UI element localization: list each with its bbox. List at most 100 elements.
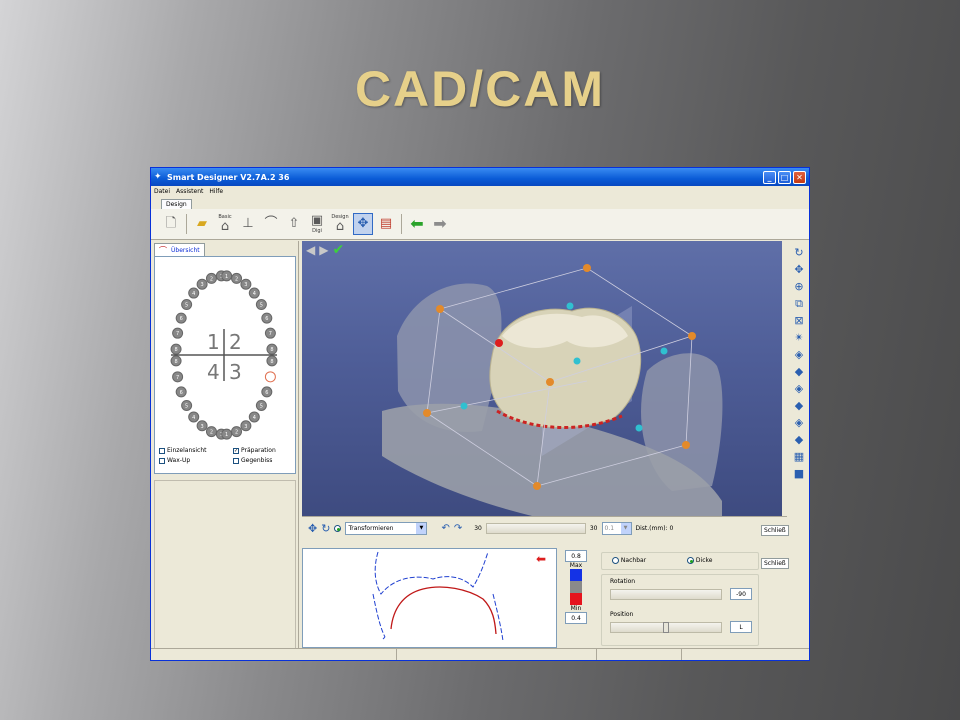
tooth-number: 3 <box>244 282 247 288</box>
digi-button[interactable]: ▣ Digi <box>307 213 327 235</box>
rotate-view-icon[interactable]: ↻ <box>794 246 803 259</box>
radio-nachbar[interactable]: Nachbar <box>612 557 646 564</box>
previous-step-icon[interactable]: ◀ <box>306 244 315 256</box>
side-tab-schliess-1[interactable]: Schließ <box>761 525 789 536</box>
checkbox-gegenbiss[interactable]: Gegenbiss <box>233 457 272 464</box>
next-step-icon[interactable]: ▶ <box>319 244 328 256</box>
mode-select[interactable]: Transformieren ▼ <box>345 522 428 535</box>
zoom-in-icon[interactable]: ⊕ <box>794 280 803 293</box>
view-top-icon[interactable]: ◈ <box>795 416 803 429</box>
profile-curves <box>372 551 504 642</box>
tooth-number: 5 <box>185 403 188 409</box>
zoom-fit-icon[interactable]: ⊠ <box>794 314 803 327</box>
transform-controls: ✥ ↻ Transformieren ▼ ↶ ↷ 30 30 0.1 ▼ Dis… <box>302 516 787 540</box>
scale-color-red <box>570 593 582 605</box>
axis-view-icon[interactable]: ✴ <box>794 331 803 344</box>
tooth-number: 8 <box>174 359 177 365</box>
menu-item-hilfe[interactable]: Hilfe <box>209 186 223 197</box>
tab-uebersicht[interactable]: ⌒ Übersicht <box>154 243 205 256</box>
status-cell <box>397 649 597 660</box>
pan-view-icon[interactable]: ✥ <box>794 263 803 276</box>
status-cell <box>682 649 809 660</box>
basic-button[interactable]: Basic ⌂ <box>215 213 235 235</box>
tooth-number: 4 <box>192 415 195 421</box>
checkbox-box[interactable] <box>159 457 165 464</box>
checkbox-wax-up[interactable]: Wax-Up <box>159 457 190 464</box>
maximize-button[interactable]: □ <box>778 170 791 184</box>
scale-max-label: Max <box>569 562 583 569</box>
view-front-icon[interactable]: ◈ <box>795 348 803 361</box>
position-value[interactable]: L <box>730 621 752 633</box>
move-icon[interactable]: ✥ <box>308 522 317 535</box>
rotation-slider[interactable] <box>610 589 722 600</box>
radio-nachbar-label: Nachbar <box>620 557 647 564</box>
distance-slider[interactable] <box>485 523 586 534</box>
close-button[interactable]: ✕ <box>793 170 806 184</box>
scale-color-gray <box>570 581 582 593</box>
back-button[interactable]: ⬅ <box>407 213 427 235</box>
menu-item-assistent[interactable]: Assistent <box>176 186 203 197</box>
view-back-icon[interactable]: ◆ <box>795 365 803 378</box>
forward-arrow-icon: ➡ <box>433 214 447 233</box>
checkbox-box[interactable]: ✓ <box>233 447 239 454</box>
open-folder-button[interactable]: ▰ <box>192 213 212 235</box>
digi-label: Digi <box>312 228 322 234</box>
transform-tool-button[interactable]: ✥ <box>353 213 373 235</box>
new-file-button[interactable]: 🗋 <box>161 213 181 235</box>
redo-icon[interactable]: ↷ <box>454 523 462 534</box>
tooth[interactable] <box>264 371 276 383</box>
tooth-number: 2 <box>210 430 213 436</box>
zoom-window-icon[interactable]: ⧉ <box>795 297 803 310</box>
minimize-button[interactable]: _ <box>763 170 776 184</box>
tooth-number: 1 <box>225 432 228 438</box>
model-view-button[interactable]: ▤ <box>376 213 396 235</box>
scale-min-value[interactable]: 0.4 <box>565 612 587 624</box>
axis-button[interactable]: ⊥ <box>238 213 258 235</box>
view-bottom-icon[interactable]: ◆ <box>795 433 803 446</box>
position-slider[interactable] <box>610 622 722 633</box>
view-right-icon[interactable]: ◆ <box>795 399 803 412</box>
menu-item-datei[interactable]: Datei <box>154 186 170 197</box>
checkbox-einzelansicht[interactable]: Einzelansicht <box>159 447 207 454</box>
checkbox-box[interactable] <box>159 447 165 454</box>
transform-tool-icon: ✥ <box>357 216 369 231</box>
checkbox-label: Gegenbiss <box>241 457 273 464</box>
confirm-check-icon[interactable]: ✔ <box>332 243 344 257</box>
transform-radio[interactable] <box>334 525 342 532</box>
radio-dicke[interactable]: Dicke <box>687 557 712 564</box>
tab-design[interactable]: Design <box>161 199 192 209</box>
rotation-value[interactable]: -90 <box>730 588 752 600</box>
tooth-number: 5 <box>260 303 263 309</box>
rotate-icon[interactable]: ↻ <box>321 522 330 535</box>
tooth-number: 4 <box>253 291 256 297</box>
view-toolbar: ↻ ✥ ⊕ ⧉ ⊠ ✴ ◈ ◆ ◈ ◆ ◈ ◆ ▦ ■ <box>788 241 809 660</box>
axis-icon: ⊥ <box>242 216 254 231</box>
side-tab-schliess-2[interactable]: Schließ <box>761 558 789 569</box>
margin-button[interactable]: ⇧ <box>284 213 304 235</box>
grid-view-icon[interactable]: ▦ <box>794 450 804 463</box>
tooth-number: 8 <box>174 347 177 353</box>
chevron-down-icon: ▼ <box>416 523 427 534</box>
checkbox-box[interactable] <box>233 457 239 464</box>
position-slider-thumb[interactable] <box>663 622 669 633</box>
window-titlebar[interactable]: ✦ Smart Designer V2.7A.2 36 _ □ ✕ <box>151 168 809 186</box>
checkbox-label: Wax-Up <box>167 457 191 464</box>
forward-button[interactable]: ➡ <box>430 213 450 235</box>
step-select[interactable]: 0.1 ▼ <box>601 522 632 535</box>
tooth-number: 4 <box>253 415 256 421</box>
checkbox-praeparation[interactable]: ✓ Präparation <box>233 447 276 454</box>
viewport-nav: ◀ ▶ ✔ <box>306 243 344 257</box>
undo-icon[interactable]: ↶ <box>441 523 449 534</box>
radio-button[interactable] <box>687 557 694 564</box>
solid-view-icon[interactable]: ■ <box>794 467 804 480</box>
design-button[interactable]: Design ⌂ <box>330 213 350 235</box>
tooth-number: 8 <box>270 359 273 365</box>
crown-shape-button[interactable]: ⌒ <box>261 213 281 235</box>
radio-button[interactable] <box>612 557 619 564</box>
quadrant-4-label: 4 <box>207 360 220 384</box>
tooth-chart[interactable]: 8877665544332211887665544332211 1 2 4 3 <box>155 257 297 475</box>
3d-viewport[interactable]: ◀ ▶ ✔ <box>302 241 782 516</box>
tooth-number: 6 <box>265 390 268 396</box>
scale-max-value[interactable]: 0.8 <box>565 550 587 562</box>
view-left-icon[interactable]: ◈ <box>795 382 803 395</box>
